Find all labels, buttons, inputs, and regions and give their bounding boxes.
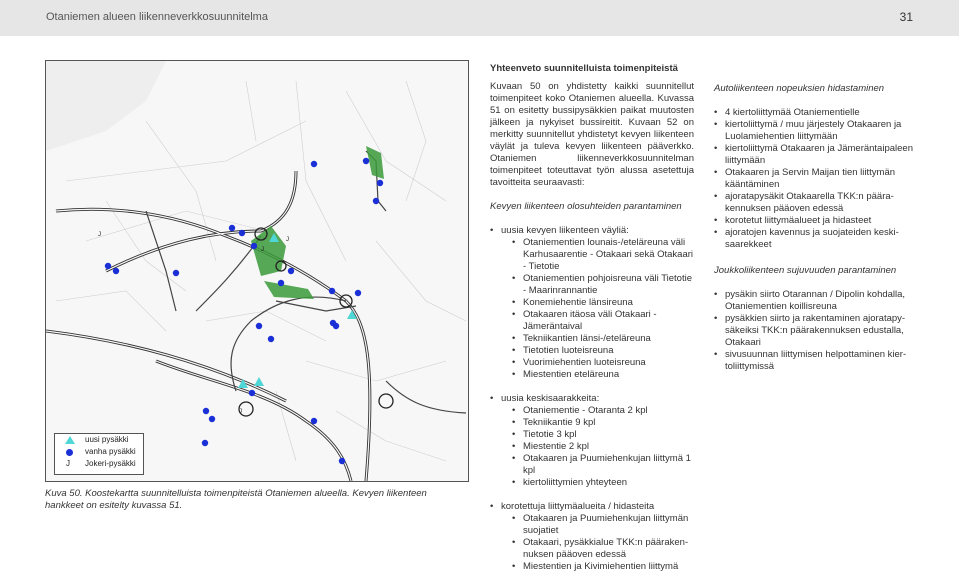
subheading-light-traffic: Kevyen liikenteen olosuhteiden parantami… — [490, 201, 682, 212]
map-figure: J J J J — [45, 60, 469, 482]
svg-text:J: J — [261, 247, 264, 253]
list-item: ajoratapysäkit Otakaarella TKK:n päära­k… — [714, 191, 918, 215]
list-item: kiertoliittymä Otakaaren ja Jämeräntaipa… — [714, 143, 918, 167]
svg-text:J: J — [286, 237, 289, 243]
list-item: 4 kiertoliittymää Otaniementielle — [714, 107, 918, 119]
sub-list-item: kiertoliittymien yhteyteen — [501, 477, 694, 489]
summary-column: Yhteenveto suunnitelluista toimenpiteist… — [490, 63, 694, 573]
figure-caption: Kuva 50. Koostekartta suunnitelluista to… — [45, 488, 467, 512]
sub-list-item: Tekniikantie 9 kpl — [501, 417, 694, 429]
subheading-speed: Autoliikenteen nopeuksien hidastaminen — [714, 83, 885, 94]
sub-list-item: Miestentien ja Kivimiehentien liittymä — [501, 561, 694, 573]
sub-list-item: Otaniementien pohjoisreuna väli Tietotie… — [501, 273, 694, 297]
legend-label: vanha pysäkki — [85, 447, 136, 456]
sub-list: Otaniementie - Otaranta 2 kpl Tekniikant… — [501, 405, 694, 489]
map-legend: uusi pysäkki vanha pysäkki J Jokeri-pysä… — [54, 433, 144, 475]
sub-list: Otaniementien lounais-/etelä­reuna väli … — [501, 237, 694, 381]
sub-list-item: Otakaaren ja Puumiehenkujan liittymän su… — [501, 513, 694, 537]
list-item: ajoratojen kavennus ja suojateiden keski… — [714, 227, 918, 251]
page-number: 31 — [899, 10, 913, 24]
list-item: uusia keskisaarakkeita: Otaniementie - O… — [490, 393, 694, 489]
sub-list-item: Otakaaren ja Puumiehenkujan liittymä 1 k… — [501, 453, 694, 477]
sub-list-item: Miestentie 2 kpl — [501, 441, 694, 453]
list-item: kiertoliittymä / muu järjestely Otakaare… — [714, 119, 918, 143]
document-title: Otaniemen alueen liikenneverkkosuunnitel… — [46, 11, 268, 23]
caption-text: Koostekartta suunnitelluista toimenpitei… — [45, 488, 427, 511]
legend-label: Jokeri-pysäkki — [85, 459, 136, 468]
svg-text:J: J — [98, 232, 101, 238]
measures-column: Autoliikenteen nopeuksien hidastaminen 4… — [714, 83, 918, 373]
page-header: Otaniemen alueen liikenneverkkosuunnitel… — [0, 0, 959, 36]
new-stop-triangle-icon — [65, 436, 75, 444]
jokeri-stop-icon: J — [66, 459, 70, 468]
map-drawing: J J J J — [46, 61, 468, 481]
legend-item-new-stop: uusi pysäkki — [55, 434, 143, 446]
section-heading: Yhteenveto suunnitelluista toimenpiteist… — [490, 63, 678, 74]
sub-list-item: Tietotien luoteisreuna — [501, 345, 694, 357]
sub-list-item: Tekniikantien länsi-/eteläreuna — [501, 333, 694, 345]
caption-label: Kuva 50. — [45, 488, 83, 499]
list-item: Otakaaren ja Servin Maijan tien liittymä… — [714, 167, 918, 191]
subheading-public-transport: Joukkoliikenteen sujuvuuden parantaminen — [714, 265, 897, 276]
old-stop-dot-icon — [66, 449, 73, 456]
sub-list-item: Otakaari, pysäkkialue TKK:n pääraken­nuk… — [501, 537, 694, 561]
sub-list-item: Vuorimiehentien luoteisreuna — [501, 357, 694, 369]
list-item: uusia kevyen liikenteen väyliä: Otanieme… — [490, 225, 694, 381]
list-item: sivusuunnan liittymisen helpottaminen ki… — [714, 349, 918, 373]
public-transport-list: pysäkin siirto Otarannan / Dipolin kohda… — [714, 289, 918, 373]
sub-list-item: Miestentien eteläreuna — [501, 369, 694, 381]
svg-text:J: J — [239, 409, 242, 415]
list-item: korotettuja liittymäalueita / hidasteita… — [490, 501, 694, 573]
speed-measures-list: 4 kiertoliittymää Otaniementielle kierto… — [714, 107, 918, 251]
list-item: korotetut liittymäalueet ja hidasteet — [714, 215, 918, 227]
light-traffic-list: uusia kevyen liikenteen väyliä: Otanieme… — [490, 225, 694, 573]
list-item: pysäkkien siirto ja rakentaminen ajorata… — [714, 313, 918, 349]
sub-list-item: Otaniementien lounais-/etelä­reuna väli … — [501, 237, 694, 273]
legend-item-jokeri-stop: J Jokeri-pysäkki — [55, 458, 143, 470]
legend-item-old-stop: vanha pysäkki — [55, 446, 143, 458]
list-item: pysäkin siirto Otarannan / Dipolin kohda… — [714, 289, 918, 313]
sub-list-item: Otakaaren itäosa väli Otakaari - Jämerän… — [501, 309, 694, 333]
sub-list-item: Otaniementie - Otaranta 2 kpl — [501, 405, 694, 417]
sub-list: Otakaaren ja Puumiehenkujan liittymän su… — [501, 513, 694, 573]
intro-paragraph: Kuvaan 50 on yhdistetty kaikki suunnitel… — [490, 81, 694, 188]
sub-list-item: Konemiehentie länsireuna — [501, 297, 694, 309]
sub-list-item: Tietotie 3 kpl — [501, 429, 694, 441]
legend-label: uusi pysäkki — [85, 435, 129, 444]
